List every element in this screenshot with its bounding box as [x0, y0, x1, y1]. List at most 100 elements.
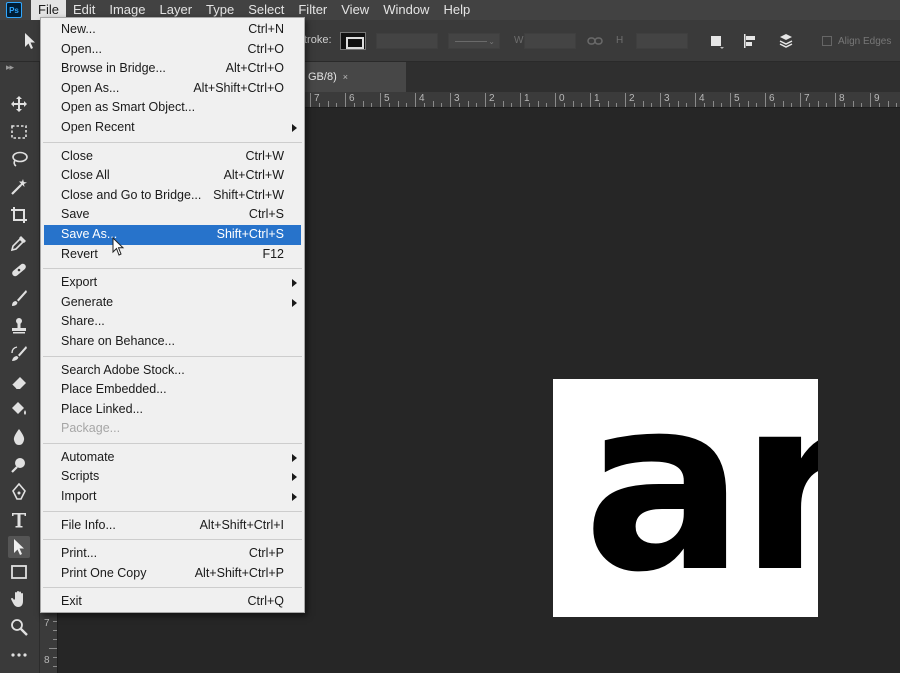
stroke-label: troke:: [304, 34, 332, 46]
document-canvas[interactable]: ar: [553, 379, 818, 617]
menu-item-package: Package...: [41, 419, 304, 439]
height-field[interactable]: [636, 33, 688, 49]
ruler-tick: [502, 101, 504, 107]
menu-item-place-embedded[interactable]: Place Embedded...: [41, 380, 304, 400]
paint-bucket-tool[interactable]: [9, 399, 29, 419]
eraser-tool[interactable]: [9, 372, 29, 392]
menu-item-search-adobe-stock[interactable]: Search Adobe Stock...: [41, 361, 304, 381]
menu-item-open-recent[interactable]: Open Recent: [41, 118, 304, 138]
rectangle-tool[interactable]: [9, 562, 29, 582]
path-operations-icon[interactable]: [708, 33, 724, 49]
menu-separator: [43, 268, 302, 270]
menu-item-file-info[interactable]: File Info... Alt+Shift+Ctrl+I: [41, 516, 304, 536]
eyedropper-icon: [10, 236, 26, 252]
menu-item-print[interactable]: Print... Ctrl+P: [41, 544, 304, 564]
magic-wand-tool[interactable]: [9, 177, 29, 197]
ruler-tick: [467, 101, 469, 107]
ruler-tick: [397, 101, 399, 107]
ruler-tick: [668, 103, 670, 107]
stroke-width-field[interactable]: [376, 33, 438, 49]
menu-item-save[interactable]: Save Ctrl+S: [41, 205, 304, 225]
brush-icon: [12, 290, 27, 306]
align-edges-checkbox[interactable]: [822, 36, 832, 46]
menu-item-open-as[interactable]: Open As... Alt+Shift+Ctrl+O: [41, 79, 304, 99]
close-tab-icon[interactable]: ×: [343, 72, 348, 82]
path-alignment-icon[interactable]: [742, 33, 758, 49]
marquee-tool[interactable]: [9, 122, 29, 142]
stroke-color-swatch[interactable]: [340, 32, 366, 50]
hand-tool[interactable]: [9, 589, 29, 609]
lasso-tool[interactable]: [9, 149, 29, 169]
menu-item-share[interactable]: Share...: [41, 312, 304, 332]
menu-item-shortcut: Alt+Shift+Ctrl+P: [194, 565, 284, 580]
history-brush-tool[interactable]: [9, 344, 29, 364]
ruler-tick: [852, 101, 854, 107]
move-icon: [11, 96, 27, 112]
ruler-tick: [511, 103, 513, 107]
menu-help[interactable]: Help: [436, 0, 477, 20]
ruler-tick: [520, 93, 521, 107]
menu-item-export[interactable]: Export: [41, 273, 304, 293]
tools-panel: ▸▸: [0, 62, 40, 673]
menu-window[interactable]: Window: [376, 0, 436, 20]
eraser-icon: [11, 377, 26, 390]
dodge-tool[interactable]: [9, 455, 29, 475]
document-tab[interactable]: GB/8) ×: [304, 62, 406, 92]
menu-item-open-as-smart-object[interactable]: Open as Smart Object...: [41, 98, 304, 118]
ruler-tick: [878, 103, 880, 107]
move-tool[interactable]: [9, 94, 29, 114]
menu-item-label: Automate: [61, 449, 115, 464]
menu-item-label: Place Embedded...: [61, 382, 167, 397]
marquee-icon: [11, 125, 27, 139]
healing-brush-tool[interactable]: [9, 260, 29, 280]
eyedropper-tool[interactable]: [9, 233, 29, 253]
menu-item-automate[interactable]: Automate: [41, 448, 304, 468]
menu-separator: [43, 539, 302, 541]
ruler-tick: [432, 101, 434, 107]
menu-item-label: Close All: [61, 168, 110, 183]
menu-item-place-linked[interactable]: Place Linked...: [41, 400, 304, 420]
ruler-tick: [423, 103, 425, 107]
menu-item-new[interactable]: New... Ctrl+N: [41, 20, 304, 40]
menu-item-revert[interactable]: Revert F12: [41, 245, 304, 265]
clone-stamp-tool[interactable]: [9, 316, 29, 336]
ruler-tick: [826, 103, 828, 107]
stroke-type-dropdown[interactable]: ⌄: [448, 33, 500, 49]
type-tool[interactable]: [9, 510, 29, 530]
magic-wand-icon: [11, 179, 27, 195]
menu-item-close-all[interactable]: Close All Alt+Ctrl+W: [41, 166, 304, 186]
ruler-tick: [835, 93, 836, 107]
menu-item-import[interactable]: Import: [41, 487, 304, 507]
pen-tool[interactable]: [9, 482, 29, 502]
blur-tool[interactable]: [9, 427, 29, 447]
crop-tool[interactable]: [9, 205, 29, 225]
path-selection-tool-preset-icon[interactable]: [22, 32, 38, 50]
menu-item-share-on-behance[interactable]: Share on Behance...: [41, 332, 304, 352]
menu-item-shortcut: Alt+Ctrl+W: [223, 168, 284, 183]
path-arrangement-icon[interactable]: [778, 33, 794, 49]
menu-item-open[interactable]: Open... Ctrl+O: [41, 40, 304, 60]
menu-item-close-and-go-to-bridge[interactable]: Close and Go to Bridge... Shift+Ctrl+W: [41, 186, 304, 206]
menu-item-print-one-copy[interactable]: Print One Copy Alt+Shift+Ctrl+P: [41, 564, 304, 584]
collapse-panel-icon[interactable]: ▸▸: [6, 62, 14, 73]
zoom-tool[interactable]: [9, 617, 29, 637]
ruler-tick: [843, 103, 845, 107]
menu-item-shortcut: Shift+Ctrl+S: [216, 226, 284, 241]
ruler-tick: [598, 103, 600, 107]
ruler-tick: [53, 621, 57, 622]
menu-item-save-as[interactable]: Save As... Shift+Ctrl+S: [44, 224, 301, 245]
path-selection-tool[interactable]: [8, 536, 30, 558]
brush-tool[interactable]: [9, 288, 29, 308]
menu-item-label: Save: [61, 207, 90, 222]
menu-item-close[interactable]: Close Ctrl+W: [41, 147, 304, 167]
menu-item-browse-in-bridge[interactable]: Browse in Bridge... Alt+Ctrl+O: [41, 59, 304, 79]
menu-item-generate[interactable]: Generate: [41, 293, 304, 313]
ruler-tick: [616, 103, 618, 107]
link-icon[interactable]: [587, 33, 603, 49]
width-field[interactable]: [524, 33, 576, 49]
more-tools[interactable]: [9, 645, 29, 665]
menu-item-exit[interactable]: Exit Ctrl+Q: [41, 592, 304, 612]
menu-item-scripts[interactable]: Scripts: [41, 467, 304, 487]
menu-view[interactable]: View: [334, 0, 376, 20]
ruler-tick: [747, 101, 749, 107]
